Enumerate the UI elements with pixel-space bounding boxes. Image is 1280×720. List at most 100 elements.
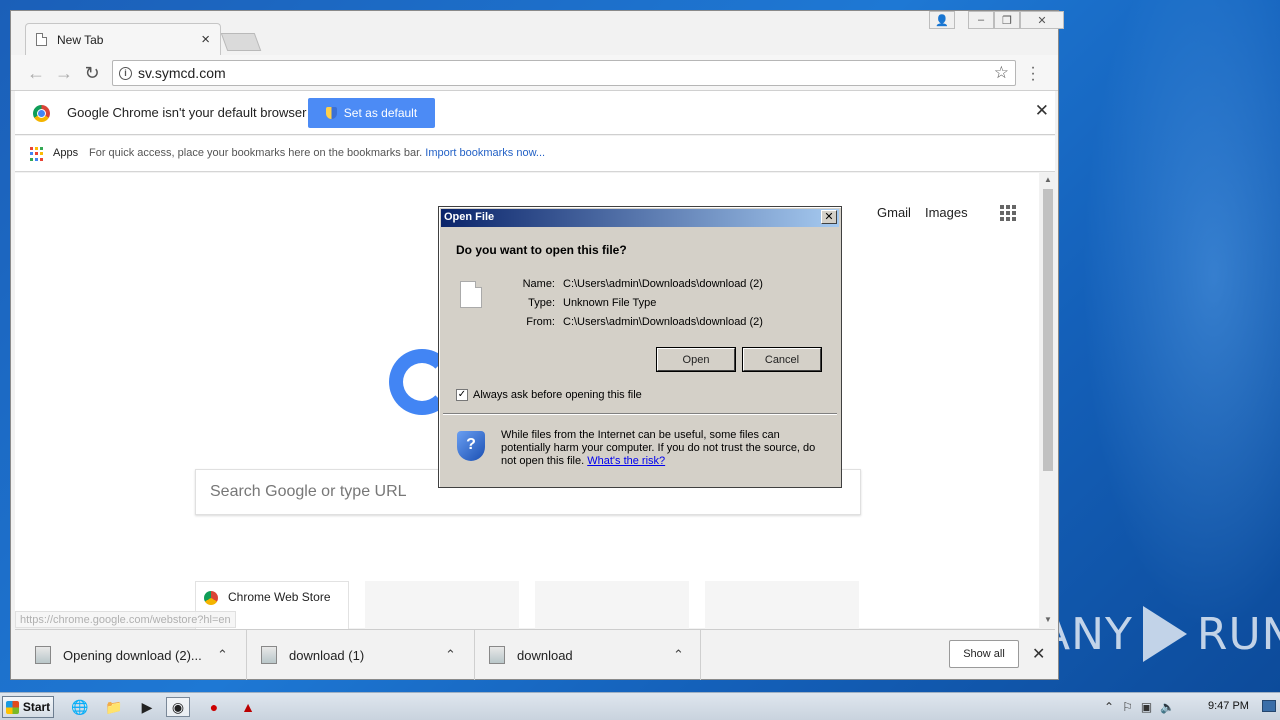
reload-icon[interactable]: ↻	[81, 63, 103, 83]
restore-icon[interactable]: ❐	[994, 11, 1020, 29]
downloads-close-icon[interactable]: ✕	[1032, 644, 1045, 664]
acrobat-icon[interactable]: ▲	[236, 697, 260, 717]
chevron-up-icon[interactable]: ⌃	[445, 647, 456, 663]
ie-icon[interactable]: 🌐	[68, 697, 92, 717]
user-icon[interactable]: 👤	[929, 11, 955, 29]
web-store-icon	[204, 591, 218, 605]
download-name: Opening download (2)...	[63, 647, 202, 663]
uac-shield-icon	[325, 107, 337, 119]
chrome-taskbar-icon[interactable]: ◉	[166, 697, 190, 717]
back-arrow-icon[interactable]: ←	[25, 63, 47, 83]
scroll-thumb[interactable]	[1043, 189, 1053, 471]
file-icon	[489, 646, 505, 664]
most-visited-tiles: Chrome Web Store	[195, 581, 859, 633]
tab-new-tab[interactable]: New Tab ×	[25, 23, 221, 55]
downloads-shelf: Opening download (2)... ⌃ download (1) ⌃…	[15, 629, 1055, 680]
download-item[interactable]: download ⌃	[475, 630, 701, 680]
set-as-default-button[interactable]: Set as default	[308, 98, 435, 128]
media-player-icon[interactable]: ▶	[135, 697, 159, 717]
minimize-icon[interactable]: –	[968, 11, 994, 29]
security-warning: While files from the Internet can be use…	[501, 429, 831, 468]
chrome-logo-icon	[33, 105, 50, 122]
import-bookmarks-link[interactable]: Import bookmarks now...	[425, 147, 545, 159]
set-as-default-label: Set as default	[343, 106, 418, 120]
type-value: Unknown File Type	[563, 297, 657, 309]
download-name: download	[517, 647, 573, 663]
volume-icon[interactable]: 🔈	[1160, 700, 1175, 714]
play-icon	[1142, 606, 1187, 662]
watermark-right-text: RUN	[1196, 608, 1280, 660]
taskbar: Start 🌐 📁 ▶ ◉ ● ▲ ⌃ ⚐ ▣ 🔈 9:47 PM	[0, 692, 1280, 720]
type-row: Type: Unknown File Type	[509, 297, 656, 309]
anyrun-watermark: ANY RUN	[1040, 606, 1280, 662]
gmail-link[interactable]: Gmail	[877, 205, 911, 220]
system-tray: ⌃ ⚐ ▣ 🔈	[1104, 693, 1175, 720]
dialog-title-bar: Open File ✕	[441, 209, 839, 227]
dialog-close-icon[interactable]: ✕	[821, 210, 837, 224]
explorer-icon[interactable]: 📁	[102, 697, 126, 717]
unknown-file-icon	[460, 281, 482, 308]
download-item[interactable]: download (1) ⌃	[247, 630, 475, 680]
action-center-flag-icon[interactable]: ⚐	[1122, 700, 1133, 714]
tab-close-icon[interactable]: ×	[201, 31, 210, 48]
page-scrollbar[interactable]: ▲ ▼	[1040, 173, 1055, 628]
dialog-title: Open File	[444, 211, 495, 223]
tile-empty	[705, 581, 859, 633]
google-apps-icon[interactable]	[1000, 205, 1016, 221]
address-bar[interactable]: i sv.symcd.com ☆	[112, 60, 1016, 86]
cancel-button[interactable]: Cancel	[742, 347, 822, 372]
security-shield-icon: ?	[457, 431, 485, 461]
info-icon[interactable]: i	[119, 66, 132, 80]
start-label: Start	[22, 700, 51, 714]
open-button[interactable]: Open	[656, 347, 736, 372]
file-icon	[261, 646, 277, 664]
checkbox-checked-icon[interactable]: ✓	[456, 389, 468, 401]
always-ask-checkbox[interactable]: ✓ Always ask before opening this file	[456, 389, 642, 401]
opera-icon[interactable]: ●	[202, 697, 226, 717]
apps-label[interactable]: Apps	[53, 147, 78, 159]
apps-grid-icon[interactable]	[30, 147, 44, 161]
open-file-dialog: Open File ✕ Do you want to open this fil…	[438, 206, 842, 488]
forward-arrow-icon[interactable]: →	[53, 63, 75, 83]
page-icon	[36, 33, 47, 46]
start-button[interactable]: Start	[2, 696, 54, 718]
show-desktop-icon[interactable]	[1262, 700, 1276, 712]
bookmarks-bar: Apps For quick access, place your bookma…	[15, 136, 1055, 172]
file-icon	[35, 646, 51, 664]
dialog-separator	[443, 413, 837, 415]
default-browser-infobar: Google Chrome isn't your default browser…	[15, 91, 1055, 135]
show-all-button[interactable]: Show all	[949, 640, 1019, 668]
scroll-down-icon[interactable]: ▼	[1044, 615, 1052, 624]
chevron-up-icon[interactable]: ⌃	[673, 647, 684, 663]
bookmark-star-icon[interactable]: ☆	[994, 63, 1009, 83]
tray-expand-icon[interactable]: ⌃	[1104, 700, 1114, 714]
infobar-close-icon[interactable]: ✕	[1035, 101, 1049, 121]
window-controls: – ❐ ✕	[968, 11, 1064, 29]
new-tab-button[interactable]	[220, 33, 262, 51]
user-button[interactable]: 👤	[929, 11, 955, 29]
status-bubble: https://chrome.google.com/webstore?hl=en	[15, 611, 236, 628]
images-link[interactable]: Images	[925, 205, 968, 220]
name-row: Name: C:\Users\admin\Downloads\download …	[509, 278, 763, 290]
bookmarks-hint-text: For quick access, place your bookmarks h…	[89, 147, 423, 159]
url-text: sv.symcd.com	[138, 65, 226, 81]
download-item[interactable]: Opening download (2)... ⌃	[15, 630, 247, 680]
toolbar: ← → ↻ i sv.symcd.com ☆ · · ·	[11, 55, 1058, 91]
close-window-icon[interactable]: ✕	[1020, 11, 1064, 29]
tile-empty	[365, 581, 519, 633]
chevron-up-icon[interactable]: ⌃	[217, 647, 228, 663]
bookmarks-hint: For quick access, place your bookmarks h…	[89, 147, 545, 159]
download-name: download (1)	[289, 647, 365, 663]
desktop-glow	[1060, 0, 1280, 690]
type-label: Type:	[528, 297, 555, 309]
tile-label: Chrome Web Store	[228, 590, 331, 604]
whats-the-risk-link[interactable]: What's the risk?	[587, 455, 665, 467]
menu-dots-icon[interactable]: · · ·	[1029, 60, 1037, 88]
tile-empty	[535, 581, 689, 633]
windows-flag-icon	[5, 700, 19, 714]
clock[interactable]: 9:47 PM	[1208, 700, 1249, 712]
scroll-up-icon[interactable]: ▲	[1044, 175, 1052, 184]
tab-title: New Tab	[57, 32, 104, 47]
network-icon[interactable]: ▣	[1141, 700, 1152, 714]
checkbox-label: Always ask before opening this file	[473, 389, 642, 401]
